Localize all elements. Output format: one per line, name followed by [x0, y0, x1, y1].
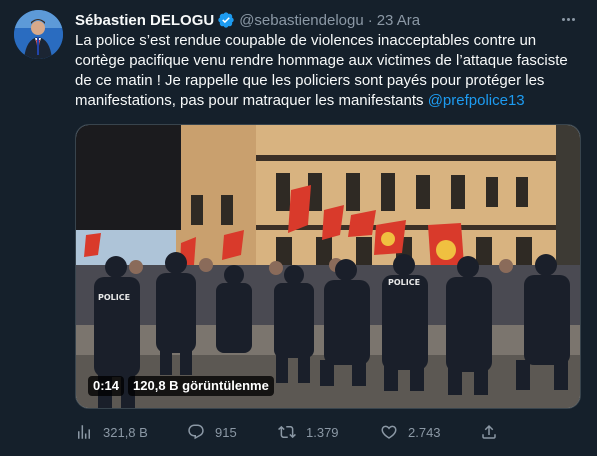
share-icon [482, 424, 496, 439]
views-count: 321,8 B [103, 424, 148, 440]
action-bar: 321,8 B 915 1.379 2.743 [75, 420, 581, 444]
retweet-icon [278, 425, 296, 439]
like-icon [381, 425, 397, 439]
share-button[interactable] [480, 423, 498, 441]
mention-link[interactable]: @prefpolice13 [428, 92, 525, 109]
police-label: POLICE [98, 293, 130, 302]
author-handle[interactable]: @sebastiendelogu [239, 12, 363, 29]
tweet-text: La police s’est rendue coupable de viole… [75, 31, 581, 111]
retweet-count: 1.379 [306, 424, 339, 440]
retweet-button[interactable]: 1.379 [278, 423, 339, 441]
reply-button[interactable]: 915 [187, 423, 237, 441]
video-duration: 0:14 [88, 376, 125, 396]
views-button[interactable]: 321,8 B [75, 423, 148, 441]
police-label: POLICE [388, 278, 420, 287]
video-badges: 0:14 120,8 B görüntülenme [88, 376, 274, 396]
like-count: 2.743 [408, 424, 441, 440]
author-name[interactable]: Sébastien DELOGU [75, 12, 214, 29]
verified-badge-icon [217, 11, 235, 29]
reply-icon [188, 424, 204, 440]
separator: · [367, 11, 373, 29]
video-views: 120,8 B görüntülenme [128, 376, 274, 396]
video-player[interactable]: POLICE POLICE 0:14 120,8 B görüntülenme [75, 124, 581, 409]
tweet-date[interactable]: 23 Ara [377, 12, 420, 29]
like-button[interactable]: 2.743 [380, 423, 441, 441]
more-icon[interactable] [557, 8, 579, 30]
avatar[interactable] [14, 10, 63, 59]
reply-count: 915 [215, 424, 237, 440]
tweet-header: Sébastien DELOGU @sebastiendelogu · 23 A… [75, 10, 420, 30]
video-frame: POLICE POLICE [76, 125, 580, 408]
views-icon [78, 425, 90, 439]
